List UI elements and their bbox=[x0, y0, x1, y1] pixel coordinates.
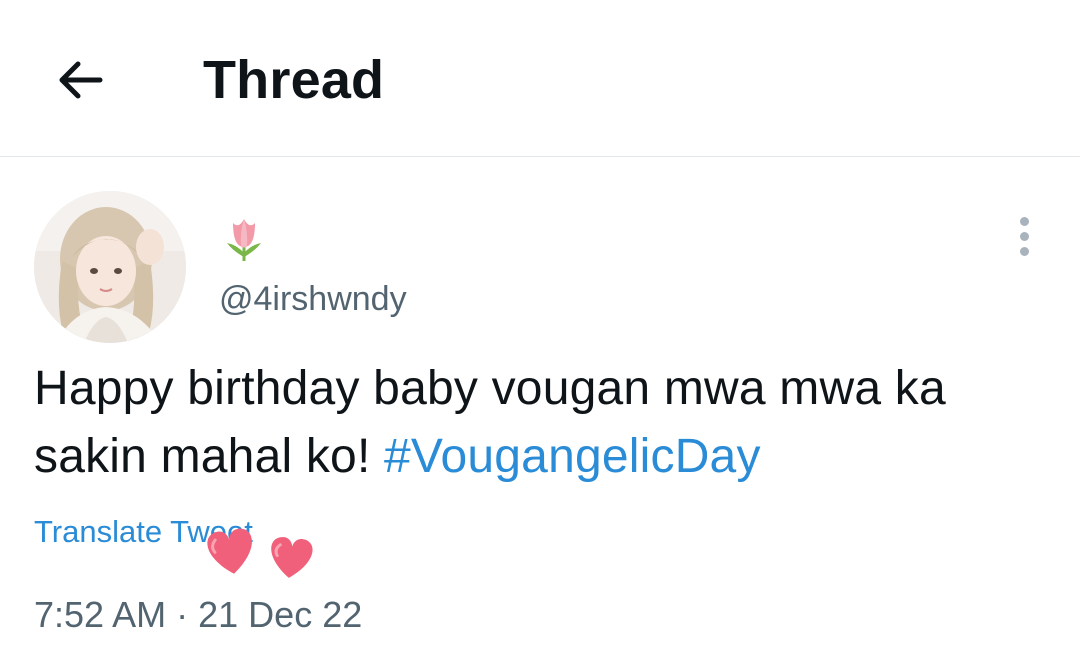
more-vertical-icon-dot bbox=[1019, 231, 1029, 241]
tweet-time: 7:52 AM bbox=[34, 594, 167, 635]
display-name[interactable] bbox=[219, 213, 269, 263]
user-handle[interactable]: @4irshwndy bbox=[219, 279, 407, 319]
separator-dot: · bbox=[176, 594, 189, 635]
tweet-timestamp[interactable]: 7:52 AM · 21 Dec 22 bbox=[34, 593, 362, 637]
tulip-emoji bbox=[227, 219, 261, 261]
thread-header: Thread bbox=[0, 0, 1080, 157]
profile-photo bbox=[34, 191, 186, 343]
hearts-sticker bbox=[195, 512, 325, 587]
hashtag-link[interactable]: #VougangelicDay bbox=[384, 430, 761, 483]
tweet-text: Happy birthday baby vougan mwa mwa ka sa… bbox=[34, 355, 1054, 491]
more-vertical-icon bbox=[1019, 216, 1029, 226]
more-options-button[interactable] bbox=[1002, 214, 1046, 258]
arrow-left-icon bbox=[59, 61, 103, 99]
avatar[interactable] bbox=[34, 191, 186, 343]
page-title: Thread bbox=[203, 50, 385, 110]
heart-sticker-icon bbox=[207, 528, 313, 578]
back-button[interactable] bbox=[50, 50, 110, 110]
tweet-date: 21 Dec 22 bbox=[198, 594, 363, 635]
more-vertical-icon-dot bbox=[1019, 246, 1029, 256]
